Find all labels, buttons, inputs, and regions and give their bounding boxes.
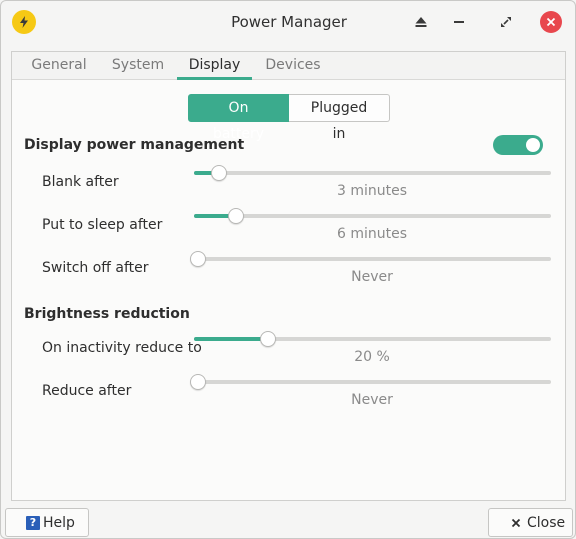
minimize-icon[interactable] [447, 10, 471, 34]
maximize-icon[interactable] [494, 10, 518, 34]
close-icon[interactable] [540, 11, 562, 33]
reduce-after-slider[interactable] [190, 372, 551, 392]
sleep-after-slider[interactable] [194, 206, 551, 226]
blank-after-slider[interactable] [194, 163, 551, 183]
eject-icon[interactable] [409, 10, 433, 34]
switch-off-after-label: Switch off after [42, 260, 149, 276]
help-icon: ? [26, 515, 40, 530]
sleep-after-label: Put to sleep after [42, 217, 163, 233]
toggle-knob [526, 138, 540, 152]
slider-handle[interactable] [190, 374, 206, 390]
reduce-after-value: Never [351, 392, 393, 408]
on-battery-button[interactable]: On battery [188, 94, 289, 142]
reduce-after-label: Reduce after [42, 383, 132, 399]
slider-trough [194, 380, 551, 384]
window-title: Power Manager [231, 13, 347, 31]
titlebar: Power Manager [1, 1, 575, 43]
reduce-to-value: 20 % [354, 349, 390, 365]
power-manager-window: Power Manager General System Display Dev… [0, 0, 576, 539]
slider-handle[interactable] [259, 331, 276, 347]
slider-trough [194, 171, 551, 175]
tab-general[interactable]: General [22, 52, 96, 80]
plugged-in-button[interactable]: Plugged in [289, 94, 390, 142]
tab-display[interactable]: Display [177, 52, 252, 80]
slider-handle[interactable] [190, 251, 206, 267]
tab-system[interactable]: System [103, 52, 173, 80]
switch-off-after-value: Never [351, 269, 393, 285]
help-label: Help [43, 514, 75, 531]
close-icon [509, 516, 523, 530]
tab-panel: General System Display Devices On batter… [11, 51, 566, 501]
slider-trough [194, 214, 551, 218]
slider-handle[interactable] [227, 208, 244, 224]
tab-bar: General System Display Devices [12, 52, 565, 80]
slider-handle[interactable] [210, 165, 227, 181]
blank-after-value: 3 minutes [336, 183, 408, 199]
reduce-to-slider[interactable] [194, 329, 551, 349]
close-button[interactable]: Close [488, 508, 573, 537]
help-button[interactable]: ? Help [5, 508, 89, 537]
slider-trough [194, 257, 551, 261]
slider-fill [194, 337, 268, 341]
tab-devices[interactable]: Devices [256, 52, 330, 80]
power-source-switcher: On battery Plugged in [188, 94, 390, 142]
display-power-title: Display power management [24, 137, 245, 153]
brightness-title: Brightness reduction [24, 306, 190, 322]
display-power-toggle[interactable] [493, 135, 543, 155]
blank-after-label: Blank after [42, 174, 119, 190]
reduce-to-label: On inactivity reduce to [42, 340, 202, 356]
close-label: Close [527, 514, 566, 531]
switch-off-after-slider[interactable] [190, 249, 551, 269]
sleep-after-value: 6 minutes [336, 226, 408, 242]
